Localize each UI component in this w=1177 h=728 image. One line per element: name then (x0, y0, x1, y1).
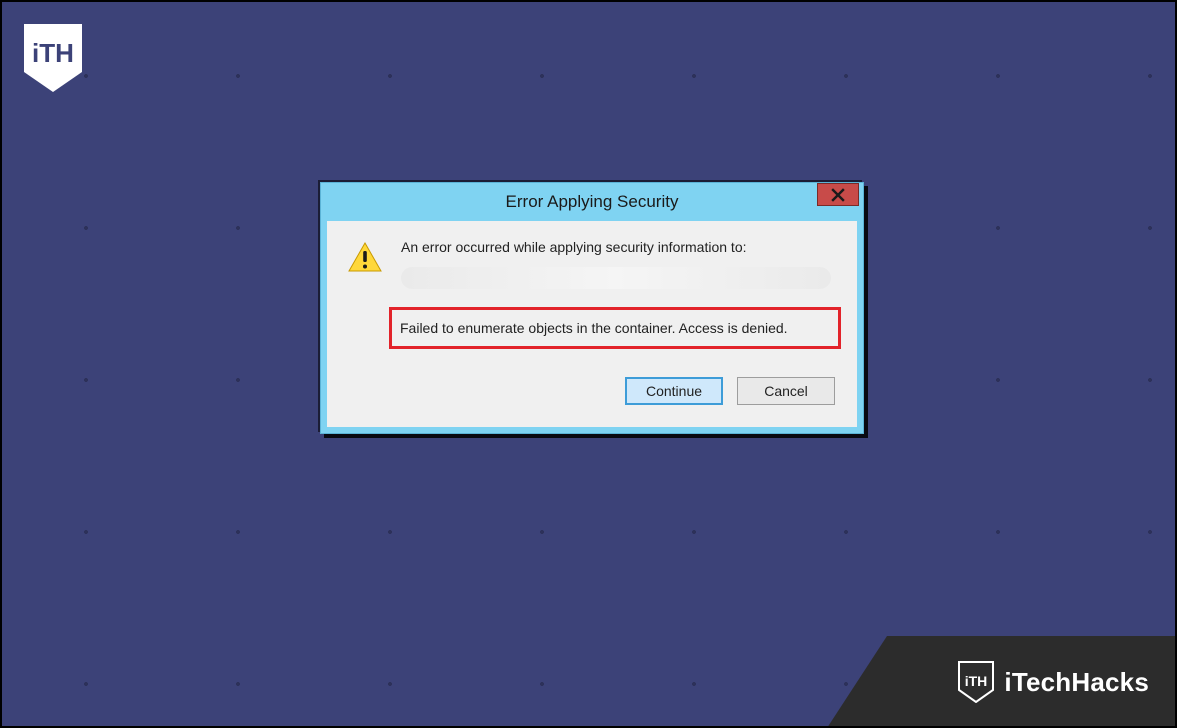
dialog-title: Error Applying Security (506, 192, 679, 212)
dialog-button-row: Continue Cancel (347, 377, 837, 405)
error-dialog: Error Applying Security An error occurre… (320, 182, 864, 434)
itechhacks-logo-bottom: iTH (958, 661, 994, 703)
svg-text:iTH: iTH (965, 673, 988, 689)
cancel-button-label: Cancel (764, 383, 808, 399)
error-highlight-box: Failed to enumerate objects in the conta… (389, 307, 841, 349)
brand-name: iTechHacks (1004, 667, 1149, 698)
svg-text:iTH: iTH (32, 38, 74, 68)
brand-banner: iTH iTechHacks (827, 636, 1177, 728)
dialog-titlebar[interactable]: Error Applying Security (321, 183, 863, 221)
redacted-path (401, 267, 831, 289)
warning-icon (347, 241, 383, 275)
close-button[interactable] (817, 183, 859, 206)
cancel-button[interactable]: Cancel (737, 377, 835, 405)
dialog-body: An error occurred while applying securit… (327, 221, 857, 427)
continue-button[interactable]: Continue (625, 377, 723, 405)
continue-button-label: Continue (646, 383, 702, 399)
itechhacks-logo-top: iTH (22, 22, 84, 94)
close-icon (831, 188, 845, 202)
error-text: Failed to enumerate objects in the conta… (400, 320, 830, 336)
dialog-message: An error occurred while applying securit… (401, 239, 841, 255)
